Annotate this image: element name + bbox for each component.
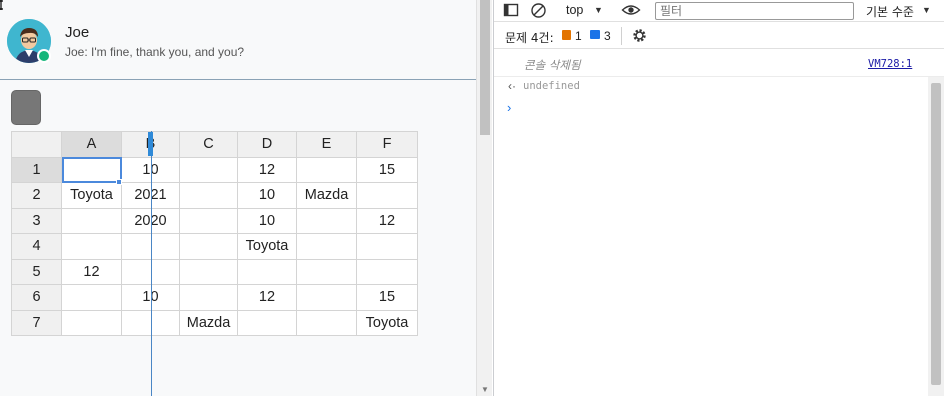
fill-handle[interactable] <box>116 179 122 185</box>
spreadsheet-grid[interactable]: A B C D E F 11012152Toyota202110Mazda320… <box>11 131 418 336</box>
sheet-row: 7 Mazda Toyota <box>11 309 418 336</box>
sheet-cell[interactable]: Toyota <box>61 182 122 209</box>
sheet-cell[interactable] <box>61 284 122 311</box>
context-dropdown-caret-icon[interactable]: ▼ <box>594 5 603 15</box>
issues-bar: 문제 4건: 1 3 <box>494 23 944 49</box>
console-row-divider <box>494 76 944 77</box>
sheet-cell[interactable]: 12 <box>61 258 122 285</box>
sheet-cell[interactable] <box>296 156 357 183</box>
sheet-row: 320201012 <box>11 207 418 234</box>
sheet-cell[interactable]: 12 <box>237 284 297 311</box>
sheet-cell[interactable]: Mazda <box>296 182 357 209</box>
app-pane: Joe Joe: I'm fine, thank you, and you? A… <box>0 0 476 396</box>
sheet-cell[interactable] <box>296 284 357 311</box>
chat-last-message: Joe: I'm fine, thank you, and you? <box>65 45 245 59</box>
sheet-cell[interactable]: Toyota <box>356 309 418 336</box>
live-expression-eye-icon[interactable] <box>621 2 641 23</box>
console-filter-input[interactable] <box>655 2 854 20</box>
sheet-row: 5 12 <box>11 258 418 285</box>
row-header[interactable]: 5 <box>11 258 62 285</box>
sheet-cell[interactable] <box>179 233 238 260</box>
column-header-row: A B C D E F <box>11 131 418 158</box>
row-header[interactable]: 2 <box>11 182 62 209</box>
sheet-row: 1101215 <box>11 156 418 183</box>
return-value: undefined <box>523 80 580 92</box>
sheet-cell[interactable]: Toyota <box>237 233 297 260</box>
sheet-row: 2Toyota202110Mazda <box>11 182 418 209</box>
sheet-cell[interactable] <box>296 258 357 285</box>
log-level-selector[interactable]: 기본 수준 <box>866 3 914 20</box>
row-header[interactable]: 3 <box>11 207 62 234</box>
sheet-cell[interactable]: 12 <box>237 156 297 183</box>
sheet-cell[interactable]: 15 <box>356 284 418 311</box>
source-location-link[interactable]: VM728:1 <box>868 58 912 70</box>
sidebar-toggle-icon[interactable] <box>503 2 519 23</box>
sheet-cell[interactable] <box>179 207 238 234</box>
info-message-icon[interactable] <box>590 30 600 39</box>
context-selector[interactable]: top <box>566 3 583 17</box>
return-value-arrow-icon: ‹· <box>508 79 516 93</box>
column-header-e[interactable]: E <box>296 131 357 158</box>
sheet-cell[interactable] <box>356 233 418 260</box>
console-toolbar: top ▼ 기본 수준 ▼ <box>494 0 944 22</box>
row-header[interactable]: 4 <box>11 233 62 260</box>
sheet-cell[interactable] <box>356 182 418 209</box>
chat-user-name: Joe <box>65 24 90 41</box>
sheet-row: 4 Toyota <box>11 233 418 260</box>
console-prompt-chevron-icon[interactable]: › <box>507 100 511 115</box>
sheet-cell[interactable] <box>237 309 297 336</box>
app-scrollbar[interactable]: ▼ <box>476 0 492 396</box>
row-header[interactable]: 7 <box>11 309 62 336</box>
issues-divider <box>621 27 622 45</box>
row-header[interactable]: 1 <box>11 156 62 183</box>
column-header-d[interactable]: D <box>237 131 297 158</box>
devtools-console-panel: top ▼ 기본 수준 ▼ 문제 4건: 1 3 콘솔 삭제됨 VM728:1 … <box>493 0 944 396</box>
chat-header[interactable]: Joe Joe: I'm fine, thank you, and you? <box>0 0 476 80</box>
warning-flag-icon[interactable] <box>562 30 571 40</box>
sheet-cell[interactable] <box>237 258 297 285</box>
column-header-f[interactable]: F <box>356 131 418 158</box>
sheet-cell[interactable] <box>179 156 238 183</box>
row-header[interactable]: 6 <box>11 284 62 311</box>
scroll-down-arrow-icon[interactable]: ▼ <box>481 385 489 394</box>
column-header-c[interactable]: C <box>179 131 238 158</box>
sheet-cell[interactable]: 15 <box>356 156 418 183</box>
level-dropdown-caret-icon[interactable]: ▼ <box>922 5 931 15</box>
console-cleared-message: 콘솔 삭제됨 <box>524 58 581 72</box>
column-resize-handle[interactable] <box>148 132 153 156</box>
sheet-cell[interactable]: 10 <box>237 182 297 209</box>
app-scrollbar-thumb[interactable] <box>480 0 490 135</box>
sheet-cell[interactable]: 12 <box>356 207 418 234</box>
sheet-cell[interactable] <box>296 309 357 336</box>
warning-count[interactable]: 1 <box>575 29 582 43</box>
column-resize-guide <box>151 131 152 396</box>
active-cell[interactable] <box>61 156 122 183</box>
issues-label[interactable]: 문제 4건: <box>505 29 554 46</box>
console-scrollbar-thumb[interactable] <box>931 83 941 385</box>
console-scrollbar[interactable] <box>928 77 944 396</box>
toolbar-button[interactable] <box>11 90 41 125</box>
sheet-cell[interactable] <box>179 284 238 311</box>
column-header-a[interactable]: A <box>61 131 122 158</box>
info-count[interactable]: 3 <box>604 29 611 43</box>
sheet-cell[interactable] <box>179 258 238 285</box>
text-cursor-icon <box>0 0 3 10</box>
sheet-row: 6101215 <box>11 284 418 311</box>
console-settings-gear-icon[interactable] <box>631 27 648 49</box>
sheet-cell[interactable] <box>296 233 357 260</box>
clear-console-icon[interactable] <box>530 2 547 24</box>
online-status-dot <box>37 49 51 63</box>
sheet-cell[interactable]: Mazda <box>179 309 238 336</box>
sheet-cell[interactable]: 10 <box>237 207 297 234</box>
sheet-cell[interactable] <box>356 258 418 285</box>
sheet-cell[interactable] <box>179 182 238 209</box>
sheet-cell[interactable] <box>296 207 357 234</box>
sheet-cell[interactable] <box>61 207 122 234</box>
sheet-cell[interactable] <box>61 309 122 336</box>
sheet-cell[interactable] <box>61 233 122 260</box>
corner-cell[interactable] <box>11 131 62 158</box>
